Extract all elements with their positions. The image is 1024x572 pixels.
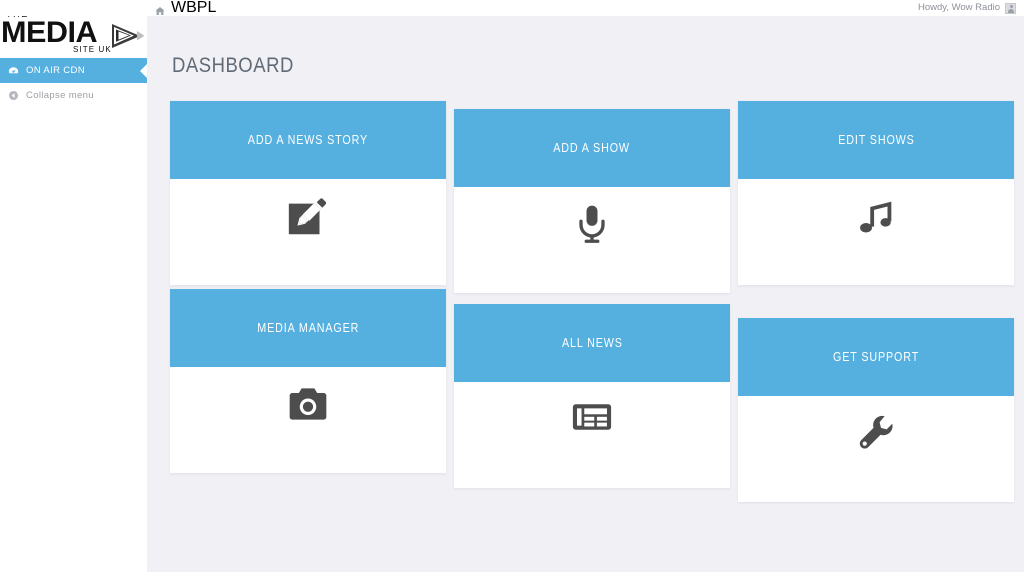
card-get-support[interactable]: GET SUPPORT [738, 318, 1014, 502]
card-add-a-show[interactable]: ADD A SHOW [454, 109, 730, 293]
sidebar-item-on-air-cdn[interactable]: ON AIR CDN [0, 58, 147, 83]
dashboard-cards-grid: ADD A NEWS STORY ADD A SHOW EDIT SHOWS M… [147, 16, 1024, 572]
newspaper-icon [570, 397, 614, 437]
top-admin-bar: WBPL Howdy, Wow Radio [0, 0, 1024, 16]
site-breadcrumb[interactable]: WBPL [155, 0, 216, 16]
sidebar-item-label: ON AIR CDN [26, 65, 85, 76]
card-media-manager[interactable]: MEDIA MANAGER [170, 289, 446, 473]
card-header: GET SUPPORT [738, 318, 1014, 396]
card-body [738, 396, 1014, 502]
card-edit-shows[interactable]: EDIT SHOWS [738, 101, 1014, 285]
card-title: EDIT SHOWS [837, 133, 915, 147]
card-all-news[interactable]: ALL NEWS [454, 304, 730, 488]
main-content: DASHBOARD ADD A NEWS STORY ADD A SHOW ED… [147, 16, 1024, 572]
account-menu[interactable]: Howdy, Wow Radio [918, 0, 1016, 16]
svg-text:SITE UK: SITE UK [73, 45, 112, 54]
card-header: MEDIA MANAGER [170, 289, 446, 367]
sidebar-menu: ON AIR CDN Collapse menu [0, 58, 147, 108]
sidebar: THE MEDIA SITE UK [0, 0, 147, 572]
card-body [738, 179, 1014, 285]
card-body [454, 187, 730, 293]
card-header: ADD A NEWS STORY [170, 101, 446, 179]
site-name-label: WBPL [171, 0, 217, 16]
home-icon [155, 3, 165, 15]
wrench-icon [854, 411, 898, 455]
card-title: ADD A NEWS STORY [247, 133, 369, 147]
camera-icon [286, 382, 330, 426]
dashboard-page: WBPL Howdy, Wow Radio THE MEDIA SITE UK [0, 0, 1024, 572]
card-body [454, 382, 730, 488]
card-title: MEDIA MANAGER [257, 321, 359, 335]
avatar[interactable] [1005, 2, 1016, 14]
card-body [170, 179, 446, 285]
sidebar-item-collapse-menu[interactable]: Collapse menu [0, 83, 147, 108]
sidebar-item-label: Collapse menu [26, 90, 94, 101]
card-title: ADD A SHOW [553, 141, 631, 155]
collapse-left-arrow-icon [0, 90, 26, 101]
card-header: ADD A SHOW [454, 109, 730, 187]
dashboard-gauge-icon [0, 65, 26, 76]
microphone-icon [570, 202, 614, 246]
card-title: ALL NEWS [561, 336, 623, 350]
card-header: EDIT SHOWS [738, 101, 1014, 179]
play-triangle-icon [112, 24, 145, 48]
card-add-a-news-story[interactable]: ADD A NEWS STORY [170, 101, 446, 285]
card-body [170, 367, 446, 473]
card-title: GET SUPPORT [832, 350, 920, 364]
user-greeting-label: Howdy, Wow Radio [917, 2, 1000, 13]
music-note-icon [853, 194, 899, 240]
edit-pencil-square-icon [285, 194, 331, 240]
card-header: ALL NEWS [454, 304, 730, 382]
